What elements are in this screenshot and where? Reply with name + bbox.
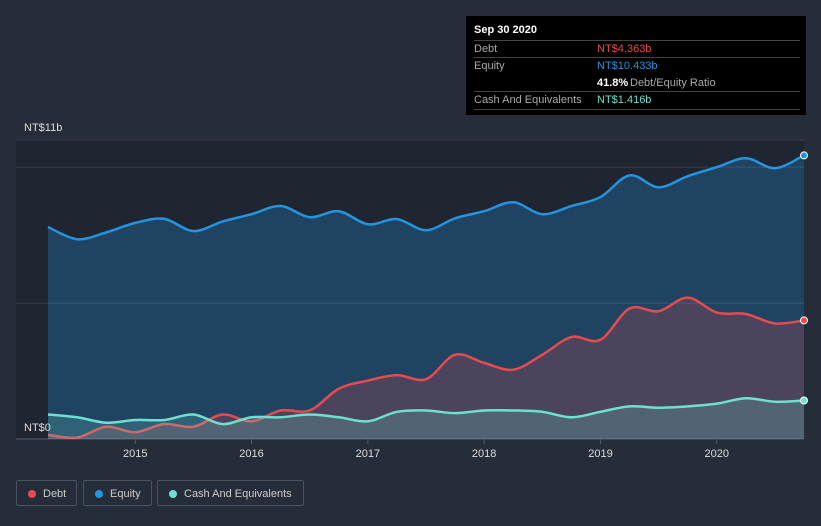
- tooltip-debt-value: NT$4.363b: [597, 43, 652, 55]
- equity-end-point: [800, 151, 808, 160]
- x-tick-label: 2017: [356, 448, 380, 460]
- tooltip-equity-value: NT$10.433b: [597, 60, 658, 72]
- tooltip-cash-label: Cash And Equivalents: [474, 94, 582, 106]
- legend-equity-label: Equity: [110, 488, 141, 500]
- tooltip-ratio-label: Debt/Equity Ratio: [630, 77, 716, 89]
- x-tick-label: 2020: [705, 448, 729, 460]
- x-tick-label: 2015: [123, 448, 147, 460]
- legend-debt[interactable]: Debt: [16, 480, 78, 506]
- legend-cash[interactable]: Cash And Equivalents: [157, 480, 304, 506]
- x-tick-label: 2018: [472, 448, 496, 460]
- tooltip-equity-label: Equity: [474, 60, 505, 72]
- x-tick-label: 2016: [239, 448, 263, 460]
- tooltip-date: Sep 30 2020: [474, 24, 537, 36]
- equity-dot-icon: [95, 490, 103, 498]
- cash-end-point: [800, 396, 808, 405]
- tooltip-cash-value: NT$1.416b: [597, 94, 652, 106]
- legend-equity[interactable]: Equity: [83, 480, 152, 506]
- tooltip: Sep 30 2020 Debt NT$4.363b Equity NT$10.43…: [466, 16, 806, 115]
- legend-debt-label: Debt: [43, 488, 67, 500]
- debt-end-point: [800, 316, 808, 325]
- y-bottom-label: NT$0: [24, 422, 51, 434]
- debt-dot-icon: [28, 490, 36, 498]
- legend-cash-label: Cash And Equivalents: [184, 488, 292, 500]
- y-top-label: NT$11b: [24, 122, 63, 134]
- x-tick-label: 2019: [588, 448, 612, 460]
- tooltip-ratio-value: 41.8%: [597, 77, 629, 89]
- tooltip-debt-label: Debt: [474, 43, 498, 55]
- cash-dot-icon: [169, 490, 177, 498]
